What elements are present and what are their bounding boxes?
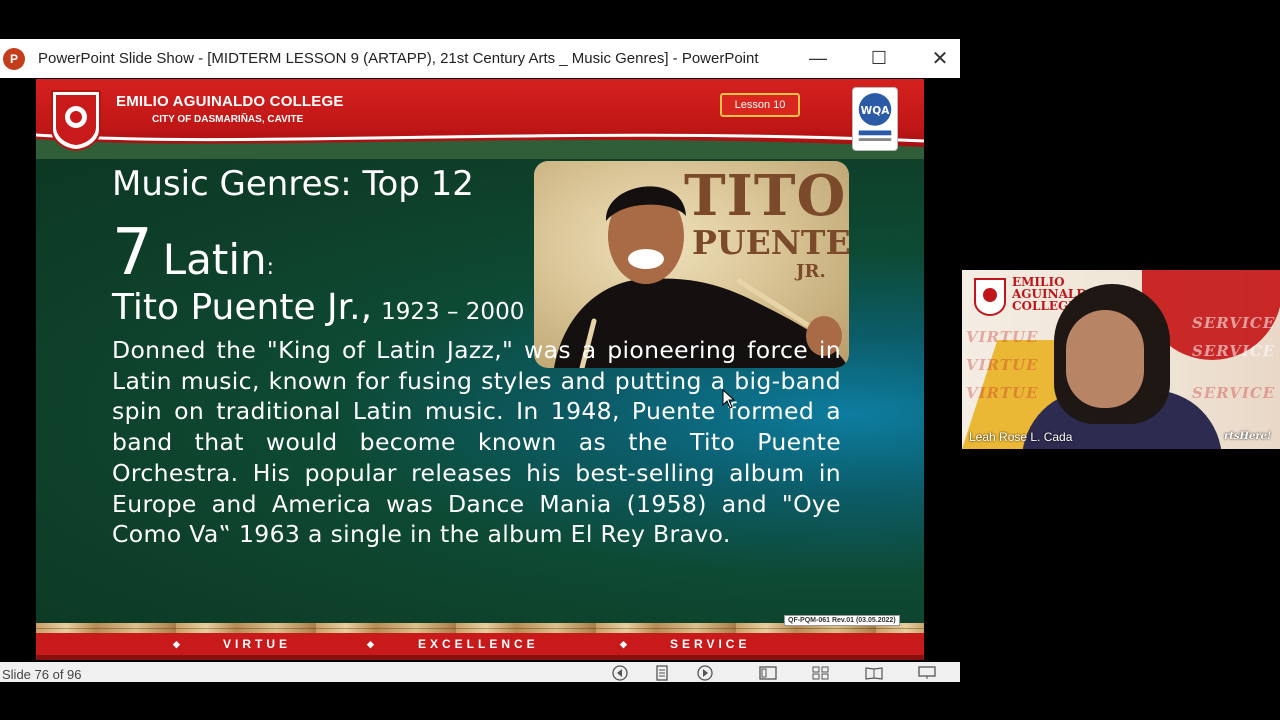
certification-logo-icon: WQA — [852, 87, 898, 151]
participant-name: Leah Rose L. Cada — [969, 430, 1073, 444]
value-virtue: VIRTUE — [223, 637, 292, 651]
notes-icon[interactable] — [653, 664, 671, 681]
genre-name: Latin — [162, 235, 267, 284]
header-wave-decoration — [36, 133, 924, 159]
close-button[interactable]: ✕ — [917, 39, 963, 78]
genre-number: 7 — [112, 216, 153, 290]
slideshow-icon[interactable] — [918, 665, 936, 680]
slide-sorter-icon[interactable] — [812, 665, 830, 680]
participant-video-tile[interactable]: VIRTUE VIRTUE VIRTUE SERVICE SERVICE SER… — [962, 270, 1280, 449]
genre-colon: : — [266, 255, 275, 280]
close-icon: ✕ — [931, 48, 949, 70]
svg-text:WQA: WQA — [861, 105, 891, 117]
slide-title: Music Genres: Top 12 — [112, 164, 474, 204]
college-location: CITY OF DASMARIÑAS, CAVITE — [152, 114, 304, 125]
diamond-icon: ◆ — [620, 639, 627, 649]
reading-view-icon[interactable] — [865, 665, 883, 680]
slide-body: TITO PUENTE JR. Music Genres: Top 12 7 La… — [36, 159, 924, 623]
value-excellence: EXCELLENCE — [418, 637, 539, 651]
maximize-icon: ☐ — [870, 48, 888, 68]
background-word: VIRTUE — [966, 356, 1039, 374]
window-title: PowerPoint Slide Show - [MIDTERM LESSON … — [38, 50, 759, 67]
background-word: VIRTUE — [966, 328, 1039, 346]
college-values-bar: ◆ VIRTUE ◆ EXCELLENCE ◆ SERVICE — [36, 633, 924, 655]
mouse-cursor-icon — [722, 389, 736, 409]
slide[interactable]: EMILIO AGUINALDO COLLEGE CITY OF DASMARI… — [36, 79, 924, 660]
next-icon[interactable] — [696, 664, 714, 681]
normal-view-icon[interactable] — [759, 665, 777, 680]
powerpoint-app-icon[interactable]: P — [3, 47, 25, 70]
slide-counter: Slide 76 of 96 — [2, 667, 82, 682]
minimize-button[interactable]: — — [795, 39, 841, 78]
slide-bottom-strip — [36, 655, 924, 660]
lesson-badge: Lesson 10 — [720, 93, 800, 117]
form-code: QF-PQM-061 Rev.01 (03.05.2022) — [784, 615, 900, 626]
tile-corner-text: rtsHere! — [1224, 431, 1272, 442]
minimize-icon: — — [809, 48, 827, 68]
genre-heading: 7 Latin: — [112, 216, 274, 290]
college-name: EMILIO AGUINALDO COLLEGE — [116, 93, 344, 110]
diamond-icon: ◆ — [367, 639, 374, 649]
artist-heading: Tito Puente Jr., 1923 – 2000 — [112, 287, 524, 328]
previous-icon[interactable] — [611, 664, 629, 681]
background-word: VIRTUE — [966, 384, 1039, 402]
artist-description: Donned the "King of Latin Jazz," was a p… — [112, 336, 841, 549]
artist-years: 1923 – 2000 — [381, 299, 525, 325]
background-word: SERVICE — [1192, 314, 1276, 332]
maximize-button[interactable]: ☐ — [856, 39, 902, 78]
college-seal-icon — [51, 90, 101, 151]
slide-header: EMILIO AGUINALDO COLLEGE CITY OF DASMARI… — [36, 79, 924, 159]
diamond-icon: ◆ — [173, 639, 180, 649]
background-word: SERVICE — [1192, 384, 1276, 402]
title-bar[interactable]: P PowerPoint Slide Show - [MIDTERM LESSO… — [0, 39, 960, 78]
artist-name: Tito Puente Jr., — [112, 287, 373, 328]
college-seal-icon — [974, 278, 1006, 316]
status-bar: Slide 76 of 96 — [0, 662, 960, 682]
value-service: SERVICE — [670, 637, 751, 651]
background-word: SERVICE — [1192, 342, 1276, 360]
participant-face — [1066, 310, 1144, 408]
powerpoint-window: P PowerPoint Slide Show - [MIDTERM LESSO… — [0, 39, 960, 682]
